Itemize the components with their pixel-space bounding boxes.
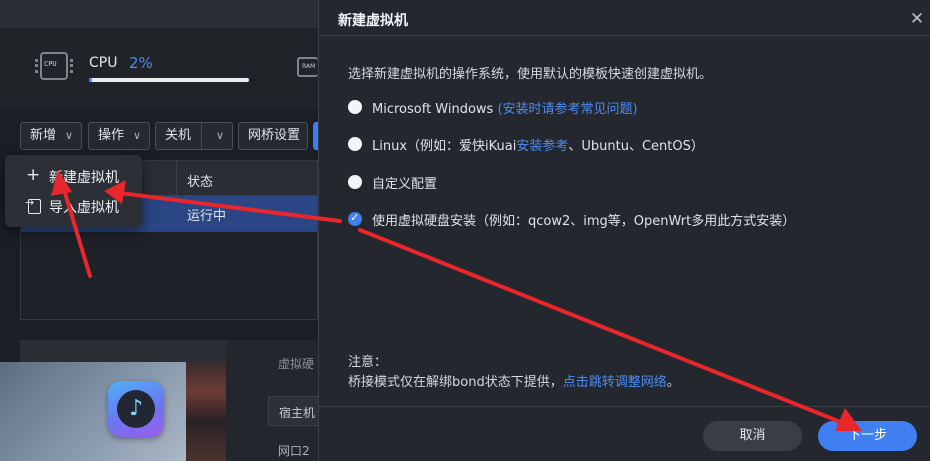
next-step-button[interactable]: 下一步 <box>818 421 917 451</box>
shutdown-split-button[interactable]: 关机 ∨ <box>155 122 233 150</box>
cpu-chip-icon: CPU <box>35 52 73 80</box>
radio-button[interactable] <box>348 175 362 189</box>
new-vm-dialog: 新建虚拟机 ✕ 选择新建虚拟机的操作系统，使用默认的模板快速创建虚拟机。 Mic… <box>318 0 930 461</box>
dialog-title: 新建虚拟机 <box>338 13 408 29</box>
menu-item-import-vm[interactable]: 导入虚拟机 <box>5 191 142 221</box>
close-icon[interactable]: ✕ <box>909 11 925 28</box>
option-label-suffix: 、Ubuntu、CentOS） <box>568 139 704 154</box>
option-label: 自定义配置 <box>372 177 438 192</box>
dialog-header: 新建虚拟机 ✕ <box>319 0 930 36</box>
chevron-down-icon: ∨ <box>64 129 73 142</box>
dialog-description: 选择新建虚拟机的操作系统，使用默认的模板快速创建虚拟机。 <box>348 67 713 82</box>
plus-icon: + <box>26 165 41 185</box>
radio-button[interactable] <box>348 137 362 151</box>
cpu-chip-label: CPU <box>44 60 57 68</box>
host-section-header: 宿主机 <box>268 396 318 426</box>
operations-button-label: 操作 <box>98 128 125 143</box>
cpu-label: CPU <box>89 55 118 71</box>
note-title: 注意： <box>348 355 388 370</box>
operations-dropdown-button[interactable]: 操作 ∨ <box>88 122 150 150</box>
music-app-icon-disc: ♪ <box>117 390 155 428</box>
note-text-end: 。 <box>666 375 680 390</box>
ram-chip-label: RAM <box>302 63 316 70</box>
music-app-icon[interactable]: ♪ <box>108 381 164 437</box>
option-label: Microsoft Windows <box>372 102 494 117</box>
cpu-usage-value: 2% <box>129 54 153 72</box>
host-section-label: 宿主机 <box>279 406 316 420</box>
import-icon <box>25 196 41 214</box>
bridge-settings-button[interactable]: 网桥设置 <box>238 122 308 150</box>
menu-item-new-vm[interactable]: + 新建虚拟机 <box>5 161 142 191</box>
windows-install-help-link[interactable]: (安装时请参考常见问题) <box>497 102 637 117</box>
cpu-usage-bar-fill <box>89 78 93 82</box>
add-dropdown-button[interactable]: 新增 ∨ <box>20 122 82 150</box>
menu-item-label: 新建虚拟机 <box>49 170 119 186</box>
ram-chip-icon: RAM <box>297 57 318 77</box>
adjust-network-link[interactable]: 点击跳转调整网络 <box>563 375 667 390</box>
menu-item-label: 导入虚拟机 <box>49 200 119 216</box>
note-text: 桥接模式仅在解绑bond状态下提供，点击跳转调整网络。 <box>348 371 680 390</box>
add-button-label: 新增 <box>30 128 57 143</box>
chevron-down-icon[interactable]: ∨ <box>216 123 224 149</box>
cpu-usage-bar <box>89 78 249 82</box>
option-label: Linux（例如：爱快iKuai <box>372 139 517 154</box>
music-note-icon: ♪ <box>128 396 144 421</box>
wallpaper-artwork <box>186 362 226 461</box>
row-status: 运行中 <box>187 209 227 224</box>
virtual-disk-label: 虚拟硬 <box>278 357 315 371</box>
radio-button[interactable] <box>348 100 362 114</box>
column-header-status: 状态 <box>187 175 214 190</box>
dialog-footer-divider <box>319 406 930 407</box>
add-dropdown-menu: + 新建虚拟机 导入虚拟机 <box>5 155 142 227</box>
shutdown-button-label: 关机 <box>165 128 192 143</box>
note-text-body: 桥接模式仅在解绑bond状态下提供， <box>348 375 563 390</box>
option-label: 使用虚拟硬盘安装（例如：qcow2、img等，OpenWrt多用此方式安装） <box>372 214 796 229</box>
port-label: 网口2 <box>278 444 310 458</box>
cancel-button[interactable]: 取消 <box>703 421 802 451</box>
app-topbar <box>0 0 318 28</box>
bridge-settings-label: 网桥设置 <box>248 128 301 143</box>
chevron-down-icon: ∨ <box>132 129 141 142</box>
radio-button-checked[interactable] <box>348 211 362 226</box>
linux-install-reference-link[interactable]: 安装参考 <box>516 139 568 154</box>
split-divider <box>201 123 202 149</box>
